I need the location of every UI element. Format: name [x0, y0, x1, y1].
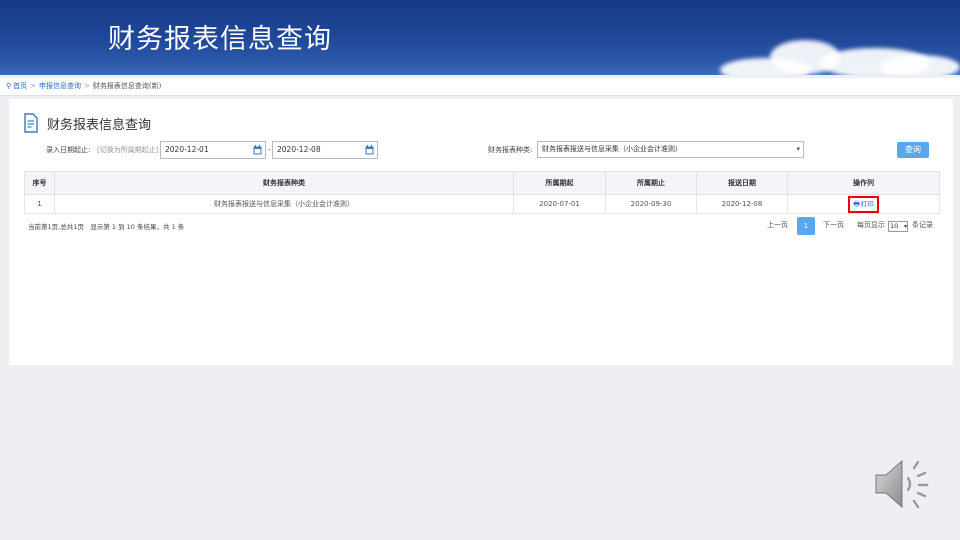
- main-panel: 财务报表信息查询 录入日期起止: [切换为所属期起止] 2020-12-01 -…: [9, 99, 953, 365]
- page-button-current[interactable]: 1: [797, 217, 815, 235]
- column-header: 财务报表种类: [54, 171, 514, 195]
- per-page-value: 10: [890, 222, 899, 230]
- pagination-summary: 当前第1页,总共1页 显示第 1 到 10 条结果，共 1 条: [28, 223, 185, 231]
- dropdown-caret-icon: ▾: [796, 145, 800, 153]
- printer-icon: 🖶: [853, 199, 860, 208]
- cloud-decoration: [880, 55, 960, 75]
- results-table: 序号 财务报表种类 所属期起 所属期止 报送日期 操作列 1 财务报表报送与信息…: [24, 171, 940, 214]
- panel-title-text: 财务报表信息查询: [47, 117, 152, 133]
- date-range-label: 录入日期起止:: [46, 146, 91, 154]
- row-period-end: 2020-09-30: [605, 194, 697, 214]
- column-header: 序号: [24, 171, 55, 195]
- location-pin-icon: ⚲: [6, 82, 12, 90]
- column-header: 所属期起: [513, 171, 606, 195]
- speaker-icon[interactable]: [872, 456, 936, 512]
- per-page-select[interactable]: 10 ▾: [888, 221, 908, 232]
- date-from-input[interactable]: 2020-12-01: [160, 141, 266, 159]
- breadcrumb: ⚲ 首页 > 申报信息查询 > 财务报表信息查询(新): [0, 78, 960, 96]
- breadcrumb-level1-link[interactable]: 申报信息查询: [39, 82, 81, 90]
- report-type-label: 财务报表种类:: [488, 146, 533, 154]
- date-from-value: 2020-12-01: [165, 145, 209, 154]
- header-banner: 财务报表信息查询: [0, 0, 960, 75]
- column-header: 报送日期: [696, 171, 788, 195]
- breadcrumb-current: 财务报表信息查询(新): [92, 82, 162, 90]
- switch-period-link[interactable]: [切换为所属期起止]: [97, 141, 158, 159]
- breadcrumb-home-link[interactable]: 首页: [13, 82, 27, 90]
- column-header: 所属期止: [605, 171, 697, 195]
- report-type-value: 财务报表报送与信息采集（小企业会计准则）: [542, 145, 682, 153]
- row-period-start: 2020-07-01: [513, 194, 606, 214]
- dropdown-caret-icon: ▾: [903, 223, 907, 230]
- print-link[interactable]: 🖶打印: [848, 195, 879, 213]
- table-row: 1 财务报表报送与信息采集（小企业会计准则） 2020-07-01 2020-0…: [24, 194, 940, 214]
- per-page-label: 每页显示: [857, 221, 885, 229]
- date-to-input[interactable]: 2020-12-08: [272, 141, 378, 159]
- calendar-icon[interactable]: [253, 145, 262, 155]
- column-header: 操作列: [787, 171, 940, 195]
- breadcrumb-separator: >: [84, 82, 90, 90]
- row-number: 1: [24, 194, 55, 214]
- report-document-icon: [24, 113, 38, 133]
- panel-title: 财务报表信息查询: [23, 112, 151, 134]
- next-page-button[interactable]: 下一页: [823, 217, 844, 234]
- print-link-label: 打印: [860, 199, 874, 208]
- table-header-row: 序号 财务报表种类 所属期起 所属期止 报送日期 操作列: [24, 171, 940, 195]
- report-type-select[interactable]: 财务报表报送与信息采集（小企业会计准则） ▾: [537, 141, 804, 158]
- per-page-suffix: 条记录: [912, 221, 933, 229]
- row-action-cell: 🖶打印: [787, 194, 940, 214]
- page-banner-title: 财务报表信息查询: [108, 24, 332, 55]
- date-to-value: 2020-12-08: [277, 145, 321, 154]
- breadcrumb-separator: >: [30, 82, 37, 90]
- calendar-icon[interactable]: [365, 145, 374, 155]
- row-report-type: 财务报表报送与信息采集（小企业会计准则）: [54, 194, 514, 214]
- date-range-separator: -: [268, 145, 271, 154]
- row-submit-date: 2020-12-08: [696, 194, 788, 214]
- query-button[interactable]: 查询: [897, 142, 929, 158]
- prev-page-button[interactable]: 上一页: [767, 217, 788, 234]
